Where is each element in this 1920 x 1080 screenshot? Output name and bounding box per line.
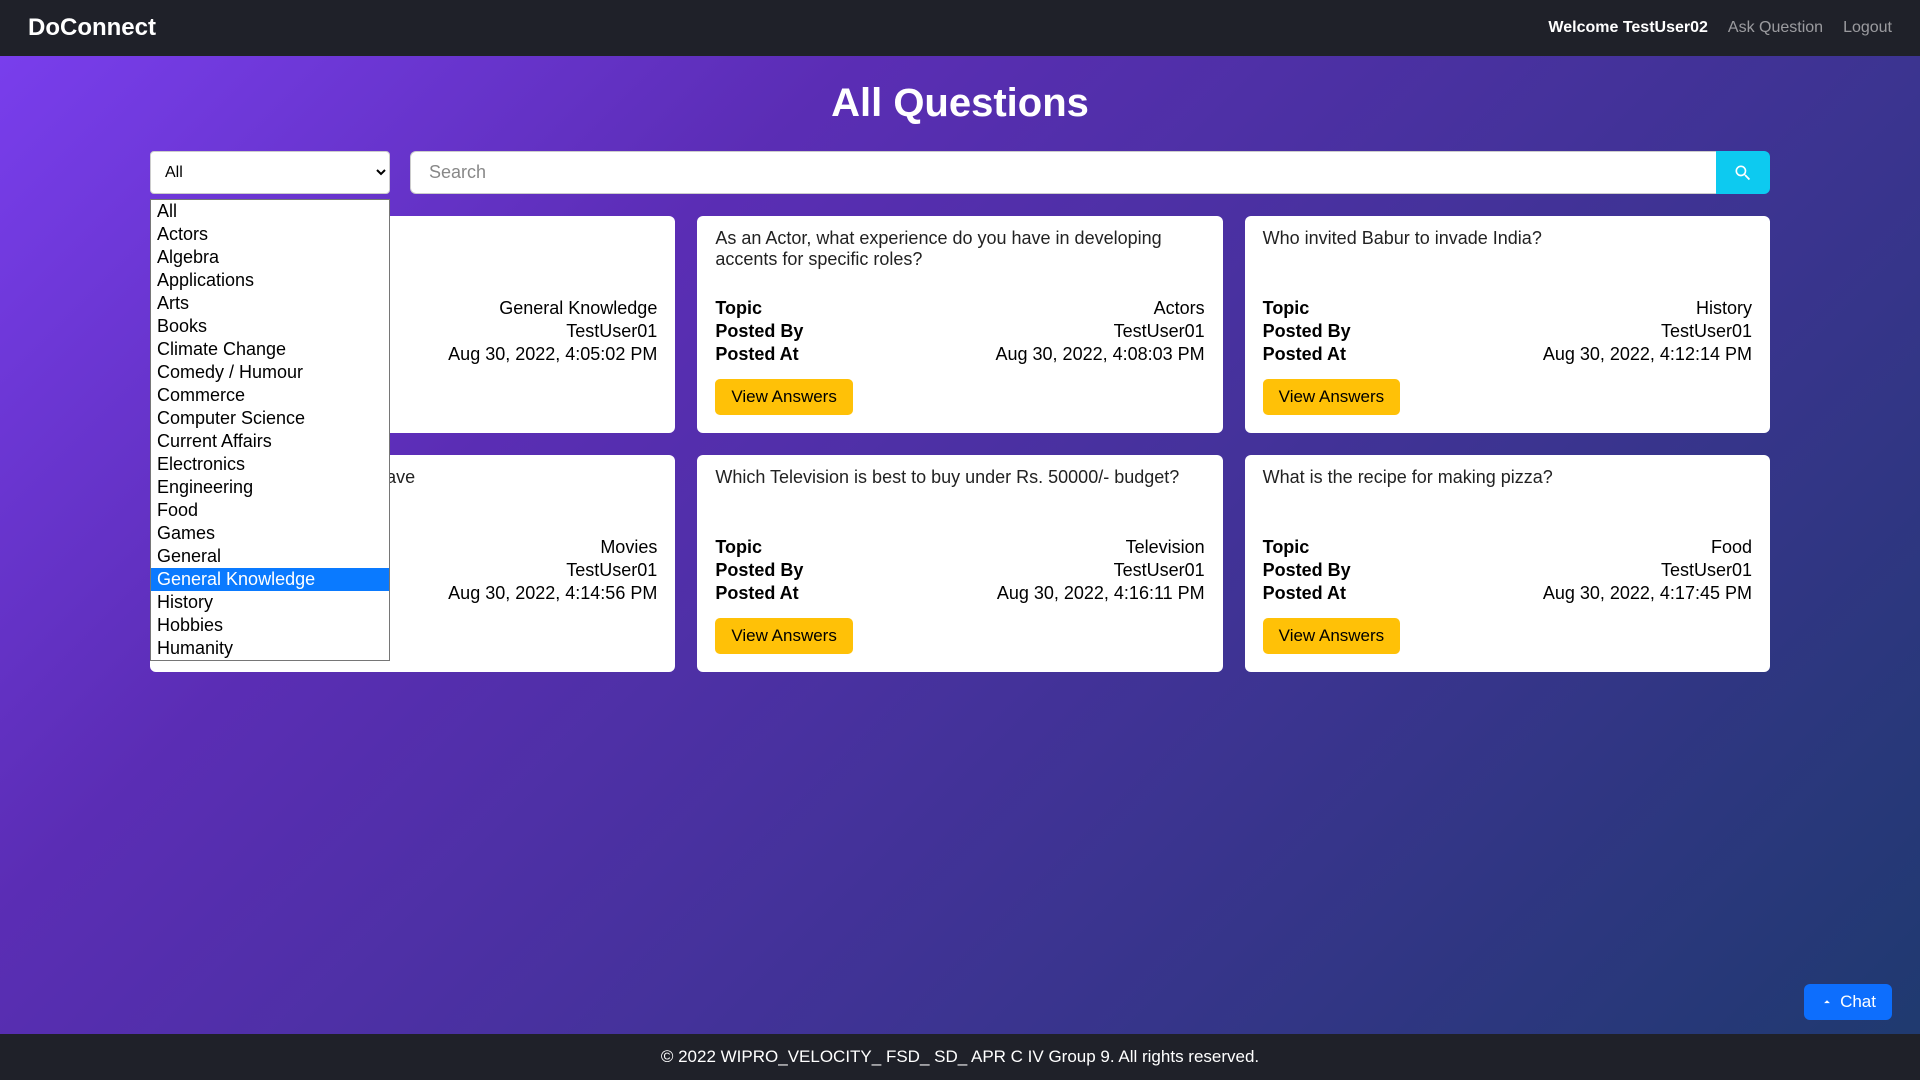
topic-label: Topic (1263, 537, 1310, 558)
postedat-row: Posted At Aug 30, 2022, 4:16:11 PM (715, 583, 1204, 604)
postedby-label: Posted By (715, 560, 803, 581)
dropdown-option-climate-change[interactable]: Climate Change (151, 338, 389, 361)
topic-label: Topic (715, 298, 762, 319)
dropdown-option-books[interactable]: Books (151, 315, 389, 338)
dropdown-option-history[interactable]: History (151, 591, 389, 614)
topic-row: Topic Television (715, 537, 1204, 558)
postedat-row: Posted At Aug 30, 2022, 4:12:14 PM (1263, 344, 1752, 365)
postedat-label: Posted At (715, 583, 798, 604)
logout-link[interactable]: Logout (1843, 19, 1892, 37)
chat-label: Chat (1840, 992, 1876, 1012)
topic-value: Food (1711, 537, 1752, 558)
dropdown-option-games[interactable]: Games (151, 522, 389, 545)
dropdown-option-current-affairs[interactable]: Current Affairs (151, 430, 389, 453)
postedby-row: Posted By TestUser01 (1263, 321, 1752, 342)
dropdown-option-algebra[interactable]: Algebra (151, 246, 389, 269)
search-group (410, 151, 1770, 194)
chevron-up-icon (1820, 995, 1834, 1009)
question-card: Which Television is best to buy under Rs… (697, 455, 1222, 672)
postedby-value: TestUser01 (566, 560, 657, 581)
navbar: DoConnect Welcome TestUser02 Ask Questio… (0, 0, 1920, 56)
postedby-value: TestUser01 (1114, 321, 1205, 342)
dropdown-option-electronics[interactable]: Electronics (151, 453, 389, 476)
search-button[interactable] (1716, 151, 1770, 194)
topic-row: Topic Actors (715, 298, 1204, 319)
dropdown-option-hobbies[interactable]: Hobbies (151, 614, 389, 637)
question-card: What is the recipe for making pizza? Top… (1245, 455, 1770, 672)
question-text: Which Television is best to buy under Rs… (715, 467, 1204, 521)
footer: © 2022 WIPRO_VELOCITY_ FSD_ SD_ APR C IV… (0, 1034, 1920, 1080)
topic-label: Topic (1263, 298, 1310, 319)
questions-grid: n the world? Topic General Knowledge Pos… (150, 216, 1770, 672)
topic-row: Topic History (1263, 298, 1752, 319)
topic-value: History (1696, 298, 1752, 319)
postedby-value: TestUser01 (1114, 560, 1205, 581)
topic-value: Actors (1154, 298, 1205, 319)
postedby-row: Posted By TestUser01 (715, 321, 1204, 342)
postedat-row: Posted At Aug 30, 2022, 4:17:45 PM (1263, 583, 1752, 604)
dropdown-option-applications[interactable]: Applications (151, 269, 389, 292)
view-answers-button[interactable]: View Answers (1263, 618, 1401, 654)
postedat-value: Aug 30, 2022, 4:12:14 PM (1543, 344, 1752, 365)
dropdown-option-engineering[interactable]: Engineering (151, 476, 389, 499)
topic-select[interactable]: All (150, 151, 390, 194)
postedat-value: Aug 30, 2022, 4:16:11 PM (997, 583, 1205, 604)
chat-button[interactable]: Chat (1804, 984, 1892, 1020)
page-title: All Questions (150, 81, 1770, 126)
topic-value: Movies (600, 537, 657, 558)
topic-label: Topic (715, 537, 762, 558)
question-card: As an Actor, what experience do you have… (697, 216, 1222, 433)
postedat-label: Posted At (715, 344, 798, 365)
postedby-value: TestUser01 (1661, 560, 1752, 581)
topic-row: Topic Food (1263, 537, 1752, 558)
postedat-label: Posted At (1263, 583, 1346, 604)
dropdown-option-comedy-humour[interactable]: Comedy / Humour (151, 361, 389, 384)
welcome-text: Welcome TestUser02 (1548, 19, 1707, 37)
postedat-value: Aug 30, 2022, 4:08:03 PM (996, 344, 1205, 365)
brand[interactable]: DoConnect (28, 14, 156, 42)
dropdown-option-computer-science[interactable]: Computer Science (151, 407, 389, 430)
dropdown-option-general-knowledge[interactable]: General Knowledge (151, 568, 389, 591)
question-text: As an Actor, what experience do you have… (715, 228, 1204, 282)
search-icon (1733, 163, 1753, 183)
filter-row: All AllActorsAlgebraApplicationsArtsBook… (150, 151, 1770, 194)
search-input[interactable] (410, 151, 1716, 194)
topic-value: Television (1126, 537, 1205, 558)
postedat-value: Aug 30, 2022, 4:17:45 PM (1543, 583, 1752, 604)
view-answers-button[interactable]: View Answers (715, 379, 853, 415)
postedby-label: Posted By (715, 321, 803, 342)
dropdown-option-general[interactable]: General (151, 545, 389, 568)
dropdown-option-commerce[interactable]: Commerce (151, 384, 389, 407)
main-content: All Questions All AllActorsAlgebraApplic… (0, 56, 1920, 1034)
postedby-value: TestUser01 (1661, 321, 1752, 342)
postedby-row: Posted By TestUser01 (1263, 560, 1752, 581)
postedby-value: TestUser01 (566, 321, 657, 342)
dropdown-option-actors[interactable]: Actors (151, 223, 389, 246)
dropdown-option-all[interactable]: All (151, 200, 389, 223)
dropdown-option-arts[interactable]: Arts (151, 292, 389, 315)
postedat-value: Aug 30, 2022, 4:14:56 PM (448, 583, 657, 604)
question-card: Who invited Babur to invade India? Topic… (1245, 216, 1770, 433)
postedby-row: Posted By TestUser01 (715, 560, 1204, 581)
question-text: Who invited Babur to invade India? (1263, 228, 1752, 282)
postedby-label: Posted By (1263, 321, 1351, 342)
question-text: What is the recipe for making pizza? (1263, 467, 1752, 521)
postedby-label: Posted By (1263, 560, 1351, 581)
ask-question-link[interactable]: Ask Question (1728, 19, 1823, 37)
nav-right: Welcome TestUser02 Ask Question Logout (1548, 19, 1892, 37)
postedat-label: Posted At (1263, 344, 1346, 365)
view-answers-button[interactable]: View Answers (1263, 379, 1401, 415)
topic-dropdown-list[interactable]: AllActorsAlgebraApplicationsArtsBooksCli… (150, 199, 390, 661)
dropdown-option-humanity[interactable]: Humanity (151, 637, 389, 660)
topic-value: General Knowledge (499, 298, 657, 319)
postedat-row: Posted At Aug 30, 2022, 4:08:03 PM (715, 344, 1204, 365)
view-answers-button[interactable]: View Answers (715, 618, 853, 654)
postedat-value: Aug 30, 2022, 4:05:02 PM (448, 344, 657, 365)
dropdown-option-food[interactable]: Food (151, 499, 389, 522)
